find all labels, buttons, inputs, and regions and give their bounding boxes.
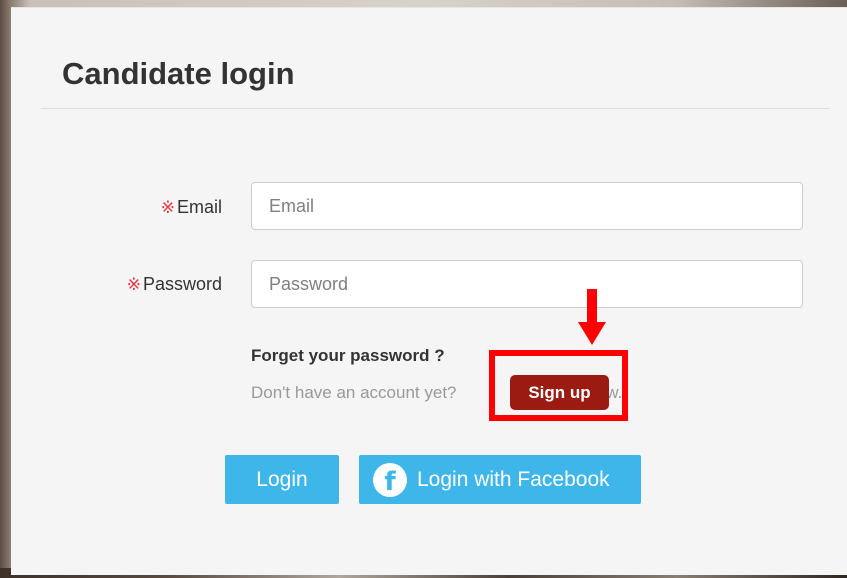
email-label-text: Email (176, 197, 222, 217)
down-arrow-icon (578, 289, 606, 345)
required-mark: ※ (160, 198, 175, 217)
required-mark: ※ (126, 275, 141, 294)
login-dialog: Candidate login ※Email ※Password Forget … (11, 7, 847, 575)
facebook-icon: f (373, 462, 407, 497)
login-facebook-label: Login with Facebook (417, 467, 610, 491)
login-facebook-button[interactable]: f Login with Facebook (359, 455, 641, 504)
email-label: ※ Email (22, 197, 222, 218)
login-button[interactable]: Login (225, 455, 339, 504)
email-input[interactable] (251, 182, 803, 230)
forget-password-link[interactable]: Forget your password ? (251, 346, 445, 366)
password-label: ※ Password (22, 274, 222, 295)
password-input[interactable] (251, 260, 803, 308)
dialog-title: Candidate login (62, 56, 295, 91)
header-divider (41, 108, 829, 109)
password-label-text: Password (142, 274, 222, 294)
sign-up-button[interactable]: Sign up (510, 375, 609, 410)
signup-prompt-prefix: Don't have an account yet? (251, 383, 457, 402)
